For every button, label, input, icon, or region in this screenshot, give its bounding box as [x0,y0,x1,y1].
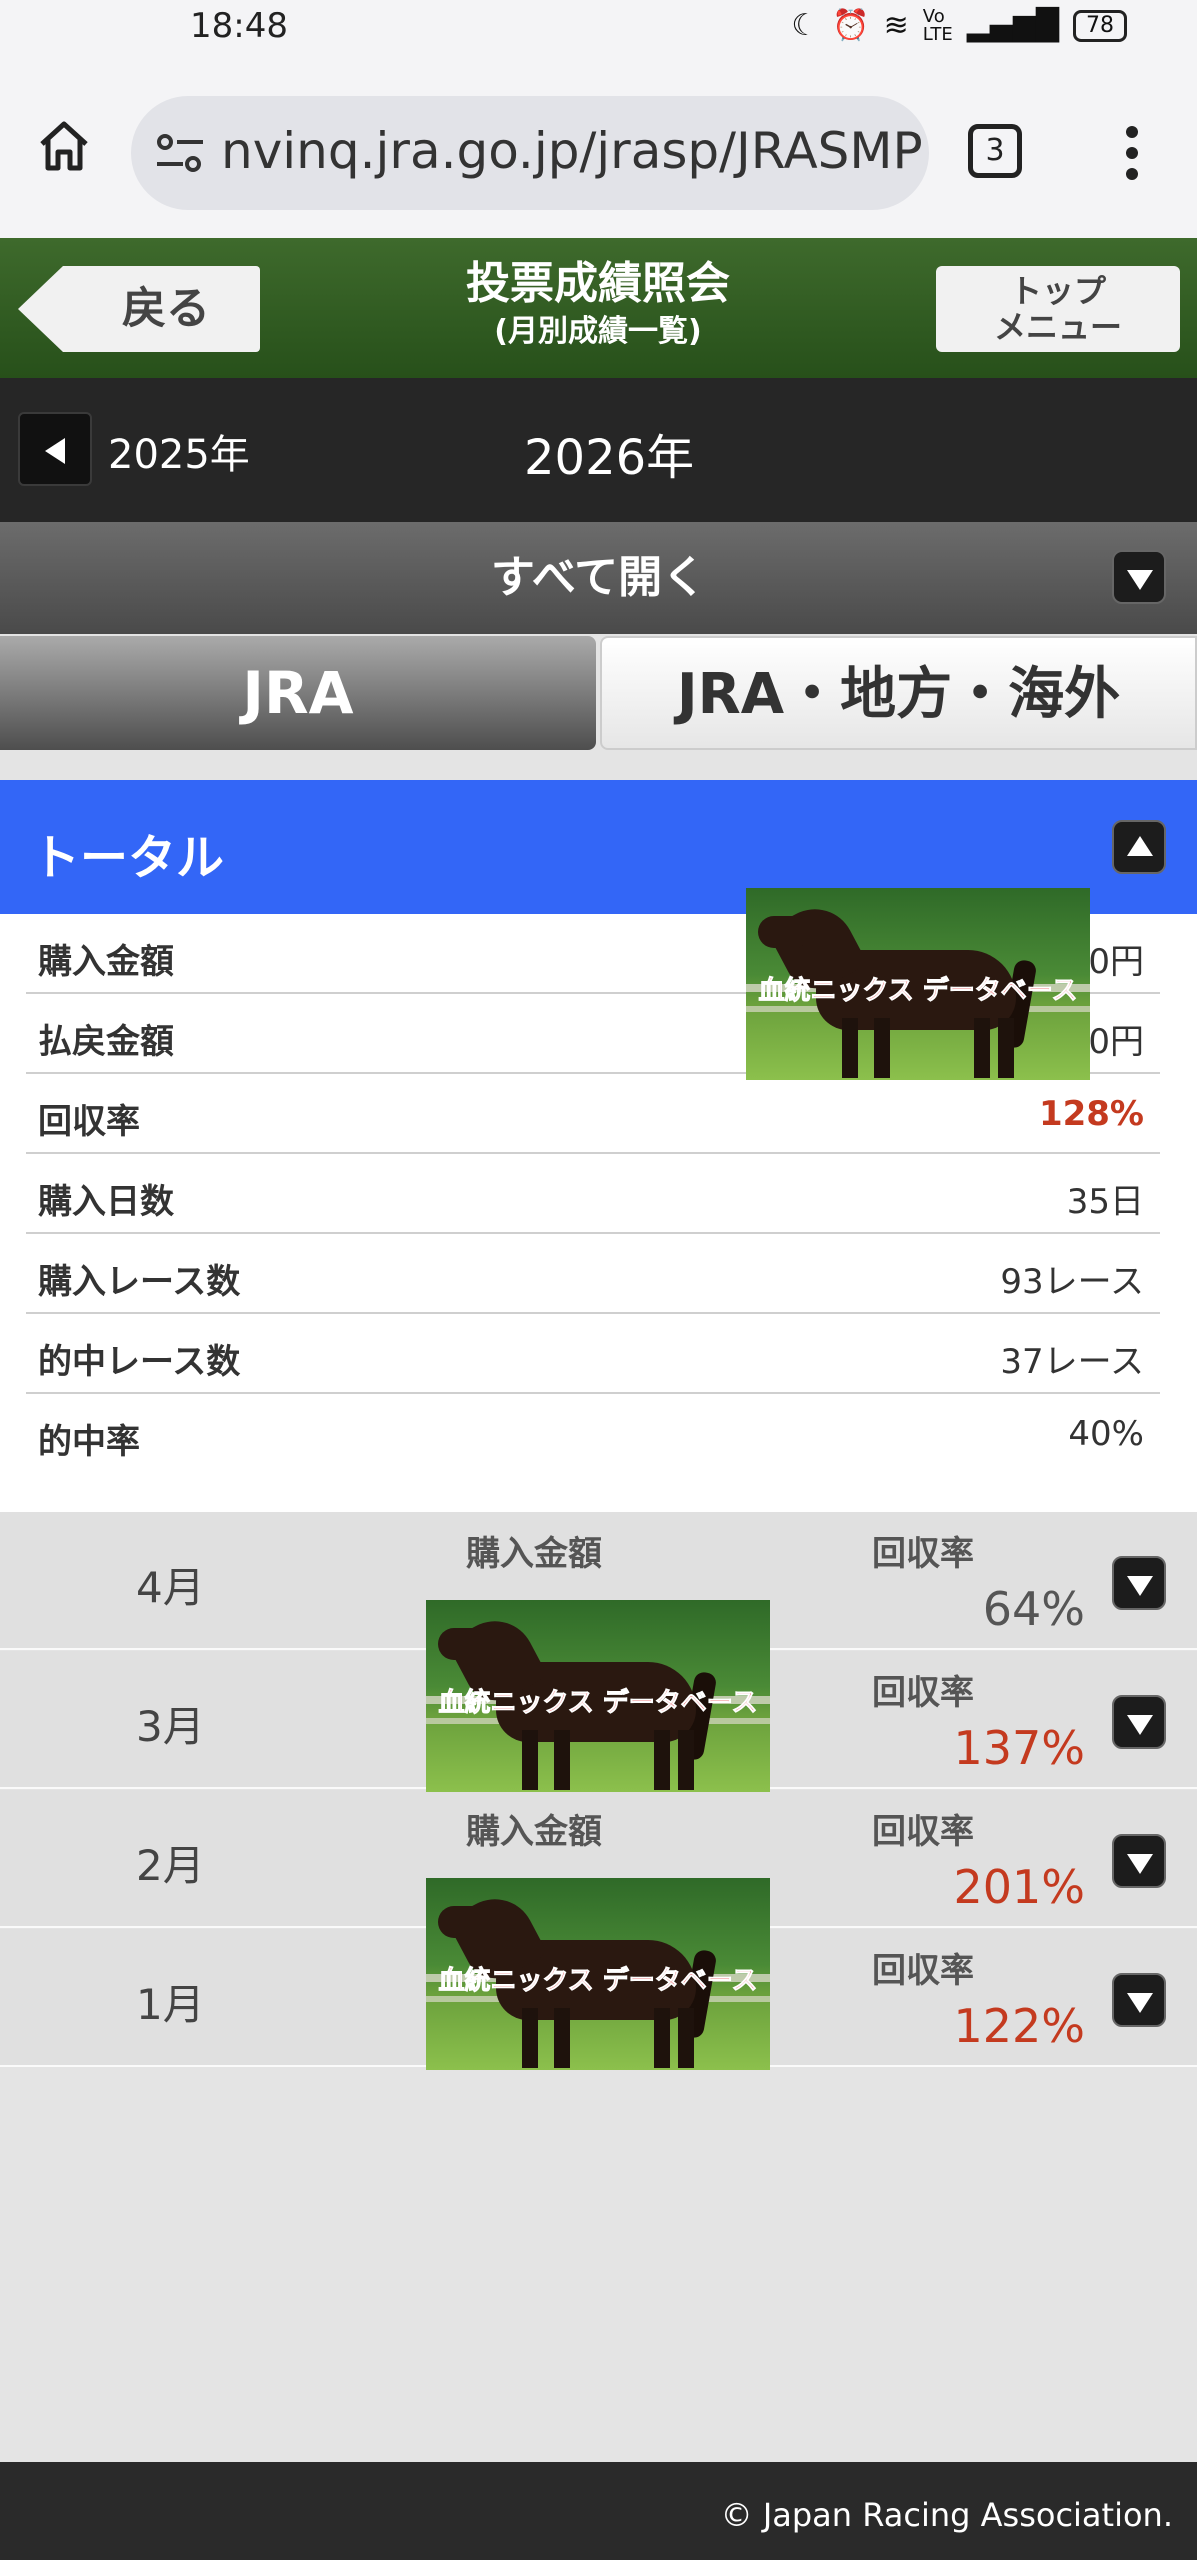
current-year: 2026年 [524,430,695,486]
row-purchase-days: 購入日数 35日 [26,1154,1160,1234]
tab-switcher-button[interactable]: 3 [968,124,1022,178]
month-name: 1月 [136,1980,205,2029]
alarm-icon: ⏰ [832,8,870,43]
top-menu-button[interactable]: トップ メニュー [936,266,1180,352]
row-label: 的中レース数 [38,1342,241,1382]
rate-label: 回収率 [872,1673,974,1713]
status-icons: ☾ ⏰ ≋ Vo LTE ▂▄▆█ 78 [791,8,1127,44]
copyright-text: © Japan Racing Association. [720,2496,1173,2534]
horse-leg [678,1730,694,1790]
horse-image-overlay: 血統ニックス データベース [426,1878,770,2070]
year-navigation: 2025年 2026年 [0,378,1197,522]
row-value: 40% [1068,1414,1144,1454]
expand-month-icon[interactable] [1112,1834,1166,1888]
horse-leg [522,1730,538,1790]
month-name: 2月 [136,1841,205,1890]
expand-all-label: すべて開く [490,552,707,603]
watermark-text: 血統ニックス データベース [438,1966,758,1997]
horse-head [438,1628,484,1660]
rate-label: 回収率 [872,1951,974,1991]
volte-icon: Vo LTE [922,6,953,45]
row-label: 購入日数 [38,1182,174,1222]
rate-value: 122% [953,1999,1085,2053]
horse-leg [874,1018,890,1078]
browser-toolbar: nvinq.jra.go.jp/jrasp/JRASMP18 3 [0,60,1197,238]
tab-jra-local-overseas[interactable]: JRA・地方・海外 [600,636,1197,750]
signal-icon: ▂▄▆█ [966,8,1059,43]
horse-leg [554,2008,570,2068]
row-value: 128% [1038,1094,1144,1134]
expand-month-icon[interactable] [1112,1695,1166,1749]
amount-label: 購入金額 [466,1812,602,1852]
rate-value: 137% [953,1721,1085,1775]
horse-leg [974,1018,990,1078]
address-bar[interactable]: nvinq.jra.go.jp/jrasp/JRASMP18 [131,96,929,210]
battery-icon: 78 [1073,10,1127,42]
row-label: 的中率 [38,1422,140,1462]
horse-leg [842,1018,858,1078]
moon-icon: ☾ [791,8,819,43]
status-bar: 18:48 ☾ ⏰ ≋ Vo LTE ▂▄▆█ 78 [0,0,1197,60]
amount-label: 購入金額 [466,1534,602,1574]
page-subtitle: (月別成績一覧) [494,314,702,349]
rate-label: 回収率 [872,1812,974,1852]
expand-month-icon[interactable] [1112,1973,1166,2027]
row-value: 93レース [1000,1262,1144,1302]
horse-leg [678,2008,694,2068]
row-value: 37レース [1000,1342,1144,1382]
app-header: 戻る 投票成績照会 (月別成績一覧) トップ メニュー [0,238,1197,378]
prev-year-link[interactable]: 2025年 [108,422,250,480]
row-purchase-races: 購入レース数 93レース [26,1234,1160,1314]
back-button[interactable]: 戻る [18,266,260,352]
horse-head [438,1906,484,1938]
row-value: 0円 [1088,1022,1144,1062]
expand-all-toggle-icon[interactable] [1112,550,1166,604]
row-label: 回収率 [38,1102,140,1142]
status-time: 18:48 [190,6,288,46]
row-label: 購入レース数 [38,1262,241,1302]
page-title-block: 投票成績照会 (月別成績一覧) [400,256,796,352]
horse-image-overlay: 血統ニックス データベース [426,1600,770,1792]
home-icon[interactable] [36,118,92,174]
row-label: 購入金額 [38,942,174,982]
wifi-icon: ≋ [883,8,909,43]
horse-head [758,916,804,948]
page-title: 投票成績照会 [466,258,730,309]
prev-year-arrow-icon[interactable] [18,412,92,486]
horse-leg [654,2008,670,2068]
row-value: 35日 [1066,1182,1144,1222]
row-hit-rate: 的中率 40% [26,1394,1160,1474]
rate-value: 64% [982,1582,1085,1636]
site-info-icon[interactable] [153,128,207,178]
tab-jra[interactable]: JRA [0,636,596,750]
top-menu-label-1: トップ [1009,272,1106,310]
month-name: 4月 [136,1563,205,1612]
month-name: 3月 [136,1702,205,1751]
row-hit-races: 的中レース数 37レース [26,1314,1160,1394]
rate-label: 回収率 [872,1534,974,1574]
watermark-text: 血統ニックス データベース [758,976,1078,1007]
collapse-total-icon[interactable] [1112,820,1166,874]
horse-leg [522,2008,538,2068]
footer: © Japan Racing Association. [0,2462,1197,2560]
horse-leg [654,1730,670,1790]
expand-all-bar[interactable]: すべて開く [0,522,1197,634]
url-text: nvinq.jra.go.jp/jrasp/JRASMP18 [221,122,929,180]
top-menu-label-2: メニュー [993,308,1122,346]
row-recovery-rate: 回収率 128% [26,1074,1160,1154]
more-menu-icon[interactable] [1120,126,1144,180]
watermark-text: 血統ニックス データベース [438,1688,758,1719]
expand-month-icon[interactable] [1112,1556,1166,1610]
horse-leg [554,1730,570,1790]
horse-leg [998,1018,1014,1078]
horse-image-overlay: 血統ニックス データベース [746,888,1090,1080]
row-value: 0円 [1088,942,1144,982]
total-title: トータル [32,830,225,886]
row-label: 払戻金額 [38,1022,174,1062]
rate-value: 201% [953,1860,1085,1914]
